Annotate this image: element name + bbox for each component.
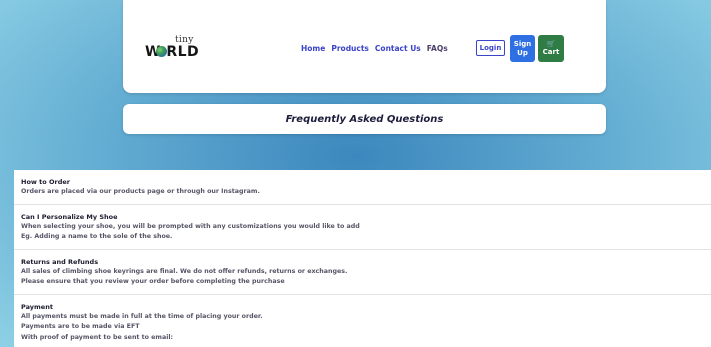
faq-answer-line: With proof of payment to be sent to emai… <box>21 333 174 341</box>
faq-answer-line: Payments are to be made via EFT <box>21 323 140 330</box>
faq-question: Payment <box>21 302 53 311</box>
faq-question: Returns and Refunds <box>21 257 99 266</box>
logo-big-text: W RLD <box>145 44 200 60</box>
cart-button[interactable]: 🛒 Cart <box>538 35 564 62</box>
signup-button[interactable]: Sign Up <box>510 35 535 62</box>
nav-products[interactable]: Products <box>331 44 369 53</box>
faq-question: Can I Personalize My Shoe <box>21 212 118 221</box>
faq-answer-line: Please ensure that you review your order… <box>21 278 285 285</box>
login-button[interactable]: Login <box>476 40 505 56</box>
faq-item: Returns and Refunds All sales of climbin… <box>14 250 711 295</box>
faq-question: How to Order <box>21 178 71 186</box>
logo[interactable]: tiny W RLD <box>145 35 201 61</box>
faq-answer-line: When selecting your shoe, you will be pr… <box>21 222 360 230</box>
faq-answer-line: All sales of climbing shoe keyrings are … <box>21 267 348 275</box>
globe-icon <box>156 46 167 57</box>
faq-item: Payment All payments must be made in ful… <box>14 295 711 347</box>
nav-faqs[interactable]: FAQs <box>427 44 448 53</box>
title-card: Frequently Asked Questions <box>123 104 606 134</box>
cart-icon: 🛒 <box>546 40 556 48</box>
page-title: Frequently Asked Questions <box>285 113 444 125</box>
faq-answer-line: Orders are placed via our products page … <box>21 188 260 195</box>
faq-item: How to Order Orders are placed via our p… <box>14 170 711 205</box>
nav-home[interactable]: Home <box>301 44 325 53</box>
faq-item: Can I Personalize My Shoe When selecting… <box>14 205 711 250</box>
faq-answer-line: Eg. Adding a name to the sole of the sho… <box>21 233 173 240</box>
cart-label: Cart <box>542 48 560 56</box>
faq-panel: How to Order Orders are placed via our p… <box>14 170 711 347</box>
nav-contact-us[interactable]: Contact Us <box>375 44 421 53</box>
header: tiny W RLD Home Products Contact Us FAQs… <box>123 0 606 93</box>
faq-answer-line: All payments must be made in full at the… <box>21 312 263 320</box>
main-nav: Home Products Contact Us FAQs <box>301 44 448 53</box>
